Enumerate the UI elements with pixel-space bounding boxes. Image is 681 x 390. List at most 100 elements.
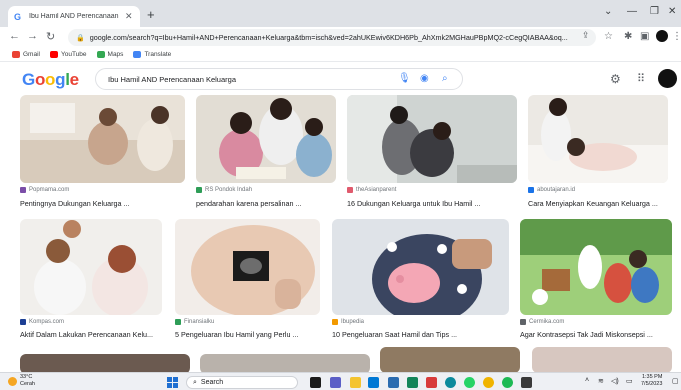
result-source[interactable]: aboutajaran.id: [528, 187, 575, 193]
result-thumbnail[interactable]: [520, 219, 672, 315]
gmail-icon: [12, 51, 20, 58]
result-source[interactable]: Finansialku: [175, 319, 214, 325]
result-title[interactable]: 10 Pengeluaran Saat Hamil dan Tips ...: [332, 330, 509, 339]
app-icon[interactable]: [388, 377, 399, 388]
microphone-icon[interactable]: 🎙: [398, 73, 411, 84]
side-panel-icon[interactable]: ▣: [640, 31, 649, 42]
forward-icon[interactable]: →: [27, 30, 38, 42]
lock-icon: 🔒: [76, 34, 85, 42]
office-icon[interactable]: [426, 377, 437, 388]
logo-letter: e: [69, 70, 79, 89]
extensions-icon[interactable]: ✱: [624, 31, 632, 42]
file-explorer-icon[interactable]: [350, 377, 361, 388]
bookmark-gmail[interactable]: Gmail: [12, 51, 40, 58]
account-avatar[interactable]: [658, 69, 677, 88]
battery-icon[interactable]: ▭: [626, 377, 633, 385]
result-thumbnail[interactable]: [347, 95, 517, 183]
source-label: Cermika.com: [529, 319, 565, 325]
tab-search-icon[interactable]: ⌄: [604, 6, 612, 17]
edge-icon[interactable]: [445, 377, 456, 388]
address-bar[interactable]: 🔒 google.com/search?q=Ibu+Hamil+AND+Pere…: [68, 29, 596, 46]
restore-icon[interactable]: ❐: [650, 6, 659, 17]
result-thumbnail[interactable]: [20, 95, 185, 183]
app-icon[interactable]: [407, 377, 418, 388]
result-thumbnail[interactable]: [175, 219, 320, 315]
taskbar-search-box[interactable]: ⌕ Search: [186, 376, 298, 389]
share-icon[interactable]: ⇪: [582, 30, 590, 41]
source-favicon-icon: [196, 187, 202, 193]
google-header: Google Ibu Hamil AND Perencanaan Keluarg…: [0, 63, 681, 95]
result-source[interactable]: Popmama.com: [20, 187, 69, 193]
result-thumbnail[interactable]: [532, 347, 672, 372]
tray-chevron-icon[interactable]: ˄: [585, 377, 589, 384]
google-logo[interactable]: Google: [22, 70, 79, 90]
result-source[interactable]: Ibupedia: [332, 319, 364, 325]
source-label: Finansialku: [184, 319, 215, 325]
result-thumbnail[interactable]: [196, 95, 336, 183]
store-icon[interactable]: [368, 377, 379, 388]
result-source[interactable]: Kompas.com: [20, 319, 64, 325]
url-text: google.com/search?q=Ibu+Hamil+AND+Perenc…: [89, 33, 568, 42]
result-source[interactable]: theAsianparent: [347, 187, 396, 193]
settings-gear-icon[interactable]: ⚙: [610, 72, 621, 86]
bookmark-youtube[interactable]: YouTube: [49, 51, 87, 58]
search-query[interactable]: Ibu Hamil AND Perencanaan Keluarga: [108, 75, 236, 84]
bookmark-label: Maps: [107, 51, 124, 58]
result-title[interactable]: Aktif Dalam Lakukan Perencanaan Kelu...: [20, 330, 162, 339]
bookmark-translate[interactable]: Translate: [133, 51, 171, 58]
teams-icon[interactable]: [330, 377, 341, 388]
new-tab-button[interactable]: +: [147, 7, 155, 22]
close-window-icon[interactable]: ✕: [668, 6, 676, 17]
profile-avatar[interactable]: [656, 30, 668, 42]
tab-title: Ibu Hamil AND Perencanaan Kel: [29, 13, 121, 20]
search-icon[interactable]: ⌕: [442, 73, 448, 84]
task-view-icon[interactable]: [310, 377, 321, 388]
result-thumbnail[interactable]: [20, 219, 162, 315]
windows-start-icon[interactable]: [167, 377, 178, 388]
chrome-icon[interactable]: [483, 377, 494, 388]
source-favicon-icon: [20, 187, 26, 193]
result-thumbnail[interactable]: [380, 347, 520, 372]
taskbar: 33°C Cerah ⌕ Search ˄ ≋ ◁) ▭ 1:35 PM 7/5…: [0, 372, 681, 390]
translate-icon: [133, 51, 142, 58]
result-source[interactable]: Cermika.com: [520, 319, 564, 325]
clock[interactable]: 1:35 PM 7/5/2023: [641, 374, 662, 388]
bookmark-maps[interactable]: Maps: [96, 51, 124, 58]
reload-icon[interactable]: ↻: [46, 30, 55, 43]
result-thumbnail[interactable]: [200, 354, 370, 372]
tab-close-icon[interactable]: ✕: [125, 11, 133, 22]
notification-icon[interactable]: ▢: [672, 377, 679, 385]
bookmark-star-icon[interactable]: ☆: [604, 31, 613, 42]
spotify-icon[interactable]: [502, 377, 513, 388]
result-title[interactable]: Cara Menyiapkan Keuangan Keluarga ...: [528, 199, 668, 208]
weather-widget[interactable]: 33°C Cerah: [20, 374, 35, 387]
minimize-icon[interactable]: —: [627, 6, 637, 17]
logo-letter: o: [45, 70, 56, 89]
whatsapp-icon[interactable]: [464, 377, 475, 388]
bookmark-label: YouTube: [60, 51, 87, 58]
source-label: RS Pondok Indah: [205, 187, 253, 193]
source-favicon-icon: [332, 319, 338, 325]
app-icon[interactable]: [521, 377, 532, 388]
result-title[interactable]: pendarahan karena persalinan ...: [196, 199, 336, 208]
result-thumbnail[interactable]: [332, 219, 509, 315]
search-box[interactable]: Ibu Hamil AND Perencanaan Keluarga 🎙 ◉ ⌕: [95, 68, 463, 90]
maps-icon: [96, 51, 105, 58]
result-thumbnail[interactable]: [528, 95, 668, 183]
result-title[interactable]: Agar Kontrasepsi Tak Jadi Miskonsepsi ..…: [520, 330, 672, 339]
result-source[interactable]: RS Pondok Indah: [196, 187, 252, 193]
lens-icon[interactable]: ◉: [420, 73, 429, 84]
address-row: ← → ↻ 🔒 google.com/search?q=Ibu+Hamil+AN…: [0, 27, 681, 48]
result-thumbnail[interactable]: [20, 354, 190, 372]
back-icon[interactable]: ←: [9, 30, 20, 42]
result-title[interactable]: 5 Pengeluaran Ibu Hamil yang Perlu ...: [175, 330, 320, 339]
menu-icon[interactable]: ⋮: [672, 31, 681, 42]
result-title[interactable]: 16 Dukungan Keluarga untuk Ibu Hamil ...: [347, 199, 517, 208]
browser-tab[interactable]: G Ibu Hamil AND Perencanaan Kel ✕: [8, 6, 140, 27]
volume-icon[interactable]: ◁): [611, 377, 619, 385]
result-title[interactable]: Pentingnya Dukungan Keluarga ...: [20, 199, 185, 208]
source-label: aboutajaran.id: [537, 187, 576, 193]
tab-strip: G Ibu Hamil AND Perencanaan Kel ✕ + ⌄ — …: [0, 0, 681, 27]
wifi-icon[interactable]: ≋: [598, 377, 604, 385]
google-apps-icon[interactable]: ⠿: [637, 72, 645, 85]
